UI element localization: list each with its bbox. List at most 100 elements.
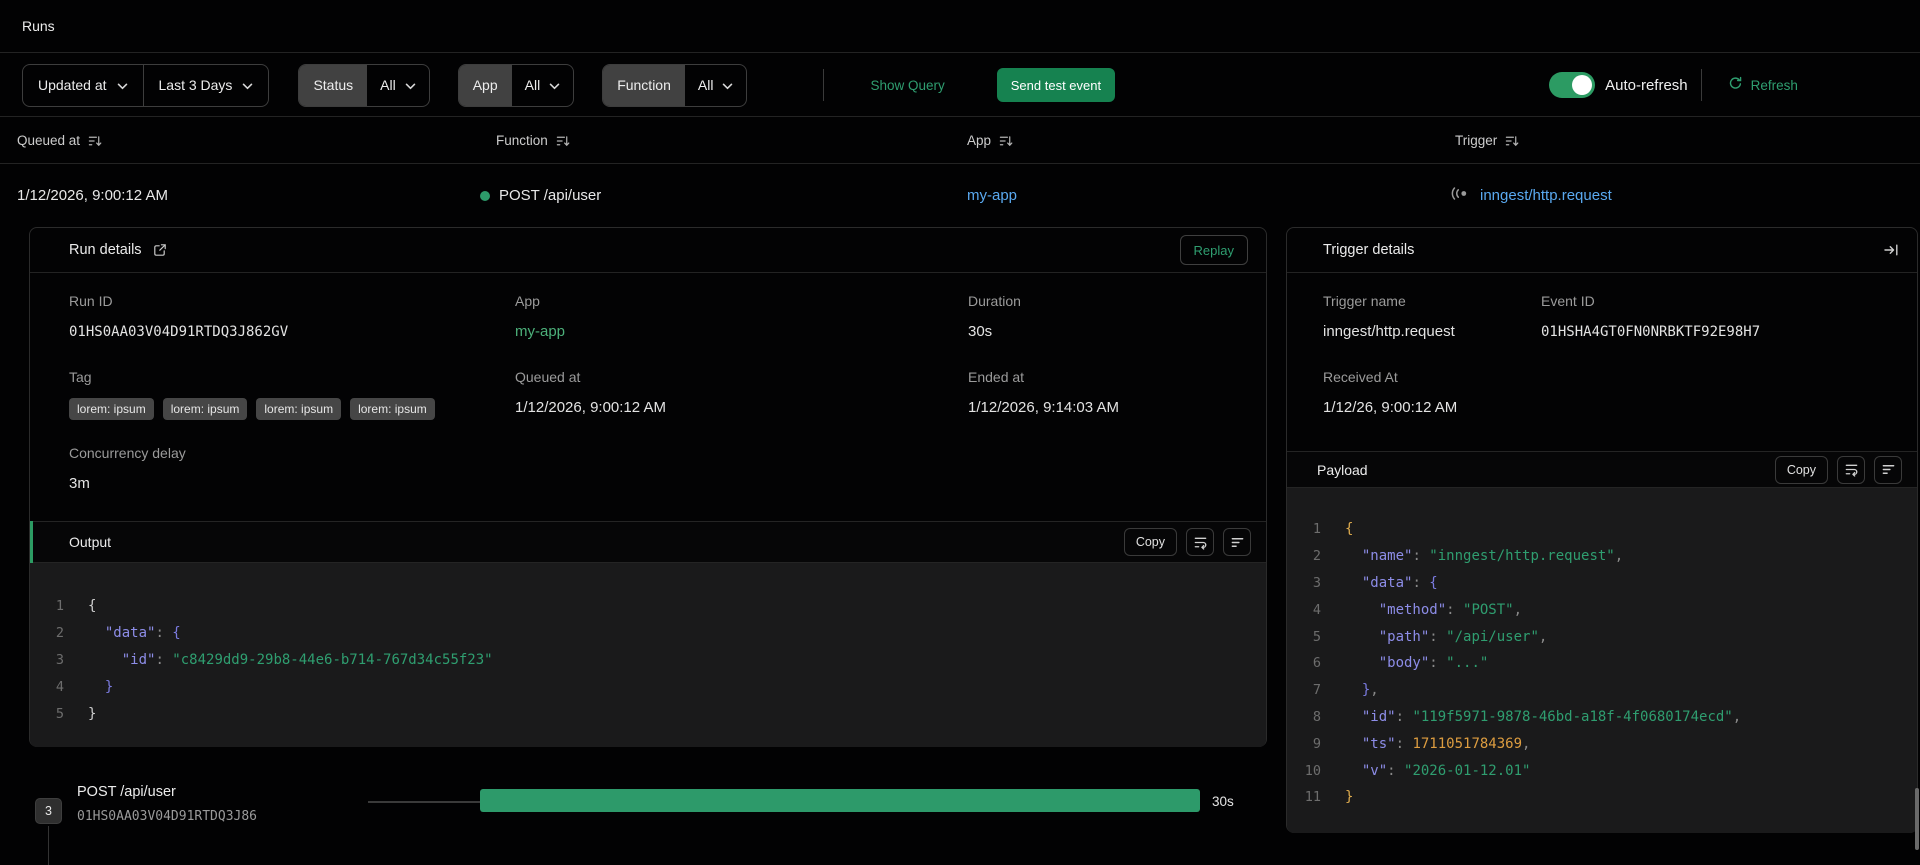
chevron-down-icon bbox=[549, 77, 560, 93]
field-event-id: Event ID 01HSHA4GT0FN0NRBKTF92E98H7 bbox=[1541, 293, 1760, 341]
field-label: Run ID bbox=[69, 293, 113, 309]
runs-table-header: Queued at Function App Trigger bbox=[0, 118, 1920, 164]
code-line: 10 "v": "2026-01-12.01" bbox=[1287, 757, 1917, 784]
copy-button[interactable]: Copy bbox=[1123, 528, 1177, 556]
field-label: Trigger name bbox=[1323, 293, 1406, 309]
page-title: Runs bbox=[22, 18, 55, 34]
tag-badge: lorem: ipsum bbox=[69, 398, 154, 420]
code-line: 2 "name": "inngest/http.request", bbox=[1287, 543, 1917, 570]
external-link-icon[interactable] bbox=[153, 243, 167, 257]
code-token: : bbox=[1429, 628, 1447, 645]
trigger-details-title: Trigger details bbox=[1323, 242, 1415, 258]
line-number: 9 bbox=[1312, 735, 1321, 752]
line-number: 1 bbox=[55, 598, 64, 615]
replay-button[interactable]: Replay bbox=[1179, 235, 1248, 265]
sort-field-dropdown[interactable]: Updated at bbox=[23, 65, 142, 106]
output-code: 1{2 "data": {3 "id": "c8429dd9-29b8-44e6… bbox=[30, 563, 1266, 747]
status-filter[interactable]: Status All bbox=[298, 63, 430, 107]
line-number: 1 bbox=[1312, 521, 1321, 538]
code-token: "id" bbox=[88, 651, 156, 668]
output-header: Output Copy bbox=[30, 521, 1266, 563]
code-token: : bbox=[155, 625, 173, 642]
copy-button[interactable]: Copy bbox=[1774, 455, 1828, 484]
trigger-details-header: Trigger details bbox=[1287, 228, 1917, 273]
field-run-id: Run ID 01HS0AA03V04D91RTDQ3J862GV bbox=[69, 293, 288, 341]
step-count-badge[interactable]: 3 bbox=[35, 798, 62, 824]
code-token: , bbox=[1370, 682, 1379, 699]
code-token: "path" bbox=[1345, 628, 1430, 645]
app-filter[interactable]: App All bbox=[457, 63, 575, 107]
field-label: Tag bbox=[69, 369, 92, 385]
code-line: 5 "path": "/api/user", bbox=[1287, 623, 1917, 650]
code-line: 6 "body": "..." bbox=[1287, 650, 1917, 677]
refresh-label: Refresh bbox=[1750, 77, 1798, 93]
time-range-dropdown[interactable]: Last 3 Days bbox=[144, 65, 269, 106]
column-header-app[interactable]: App bbox=[967, 133, 1450, 148]
app-filter-label: App bbox=[458, 64, 512, 106]
code-token: , bbox=[1614, 548, 1624, 565]
code-token: } bbox=[88, 705, 97, 722]
line-number: 5 bbox=[1312, 628, 1321, 645]
cell-function: POST /api/user bbox=[480, 187, 967, 204]
code-token: "2026-01-12.01" bbox=[1404, 762, 1531, 779]
code-token: { bbox=[1345, 521, 1354, 538]
cell-queued-at: 1/12/2026, 9:00:12 AM bbox=[17, 187, 480, 204]
send-test-event-button[interactable]: Send test event bbox=[996, 68, 1116, 102]
trigger-details-panel: Trigger details Trigger name inngest/htt… bbox=[1286, 227, 1918, 833]
function-filter[interactable]: Function All bbox=[602, 63, 748, 107]
top-bar: Runs bbox=[0, 0, 1920, 53]
field-queued-at: Queued at 1/12/2026, 9:00:12 AM bbox=[515, 369, 666, 417]
code-token: } bbox=[1345, 682, 1371, 699]
format-icon[interactable] bbox=[1874, 455, 1902, 484]
field-tag: Tag lorem: ipsum lorem: ipsum lorem: ipsum… bbox=[69, 369, 435, 420]
code-token: { bbox=[1429, 574, 1438, 591]
code-token: : bbox=[1412, 574, 1430, 591]
word-wrap-icon[interactable] bbox=[1186, 528, 1214, 556]
output-title: Output bbox=[69, 534, 112, 550]
column-header-queued-at[interactable]: Queued at bbox=[17, 133, 480, 148]
app-link[interactable]: my-app bbox=[515, 323, 565, 340]
word-wrap-icon[interactable] bbox=[1837, 455, 1865, 484]
sort-time-filter-group: Updated at Last 3 Days bbox=[22, 63, 270, 107]
code-token: } bbox=[88, 678, 114, 695]
run-details-panel: Run details Replay Run ID 01HS0AA03V04D9… bbox=[29, 227, 1267, 747]
code-token: "c8429dd9-29b8-44e6-b714-767d34c55f23" bbox=[172, 651, 493, 668]
field-duration: Duration 30s bbox=[968, 293, 1021, 341]
filter-bar: Updated at Last 3 Days Status All App Al… bbox=[0, 54, 1920, 117]
time-range-value: Last 3 Days bbox=[158, 77, 233, 93]
payload-section: Payload Copy 1 {2 "name": "inngest/http.r… bbox=[1287, 451, 1917, 833]
trigger-name-value: inngest/http.request bbox=[1323, 323, 1455, 340]
row-app-link[interactable]: my-app bbox=[967, 187, 1017, 204]
sort-icon bbox=[88, 134, 102, 148]
line-number: 10 bbox=[1304, 762, 1321, 779]
column-label: Trigger bbox=[1455, 133, 1498, 148]
column-header-trigger[interactable]: Trigger bbox=[1450, 133, 1920, 148]
divider bbox=[1700, 69, 1702, 101]
refresh-icon bbox=[1728, 76, 1743, 94]
toggle-knob bbox=[1572, 75, 1593, 95]
timeline-duration-bar[interactable] bbox=[480, 789, 1200, 812]
show-query-button[interactable]: Show Query bbox=[870, 78, 944, 93]
queued-at-value: 1/12/2026, 9:00:12 AM bbox=[515, 399, 666, 416]
line-number: 2 bbox=[55, 625, 64, 642]
code-token: "method" bbox=[1345, 601, 1447, 618]
cell-trigger: inngest/http.request bbox=[1450, 186, 1920, 205]
code-line: 3 "id": "c8429dd9-29b8-44e6-b714-767d34c… bbox=[30, 647, 1266, 674]
format-icon[interactable] bbox=[1223, 528, 1251, 556]
event-icon bbox=[1450, 186, 1470, 205]
table-row[interactable]: 1/12/2026, 9:00:12 AM POST /api/user my-… bbox=[0, 165, 1920, 226]
code-token: : bbox=[1395, 735, 1413, 752]
row-trigger-link[interactable]: inngest/http.request bbox=[1480, 187, 1612, 204]
auto-refresh-toggle[interactable] bbox=[1549, 72, 1596, 98]
code-token: : bbox=[1429, 655, 1447, 672]
column-header-function[interactable]: Function bbox=[480, 133, 967, 148]
tag-badge: lorem: ipsum bbox=[350, 398, 435, 420]
collapse-right-icon[interactable] bbox=[1883, 242, 1899, 258]
scrollbar-thumb[interactable] bbox=[1915, 788, 1919, 850]
line-number: 6 bbox=[1312, 655, 1321, 672]
payload-header: Payload Copy bbox=[1287, 451, 1917, 488]
code-token: "119f5971-9878-46bd-a18f-4f0680174ecd" bbox=[1412, 708, 1733, 725]
line-number: 8 bbox=[1312, 708, 1321, 725]
ended-at-value: 1/12/2026, 9:14:03 AM bbox=[968, 399, 1119, 416]
refresh-button[interactable]: Refresh bbox=[1728, 76, 1798, 94]
